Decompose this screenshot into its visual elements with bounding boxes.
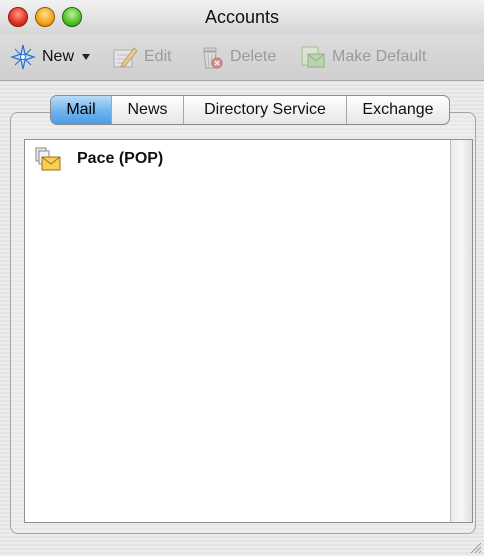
title-bar[interactable]: Accounts [0, 0, 484, 34]
new-sparkle-icon [10, 44, 36, 70]
list-scrollbar[interactable] [450, 140, 472, 522]
tab-news[interactable]: News [111, 96, 183, 124]
accounts-list[interactable]: Pace (POP) [24, 139, 473, 523]
edit-button-label: Edit [144, 48, 172, 65]
new-button[interactable]: New [10, 42, 91, 72]
tab-directory-service[interactable]: Directory Service [183, 96, 346, 124]
make-default-button-label: Make Default [332, 48, 427, 65]
new-dropdown-arrow-icon[interactable] [82, 54, 91, 60]
account-type-tabs: Mail News Directory Service Exchange [50, 95, 450, 125]
make-default-icon [300, 44, 326, 70]
delete-button-label: Delete [230, 48, 277, 65]
new-button-label: New [42, 48, 75, 65]
resize-grip-icon[interactable] [468, 540, 482, 554]
tab-exchange[interactable]: Exchange [346, 96, 449, 124]
edit-pencil-icon [112, 44, 138, 70]
delete-button[interactable]: Delete [198, 42, 276, 72]
account-name: Pace (POP) [77, 150, 164, 167]
tab-mail[interactable]: Mail [51, 96, 111, 124]
window-title: Accounts [204, 7, 280, 27]
make-default-button[interactable]: Make Default [300, 42, 426, 72]
trash-can-icon [198, 44, 224, 70]
list-item[interactable]: Pace (POP) [35, 146, 163, 172]
mail-account-icon [35, 146, 61, 172]
accounts-window: Accounts New Edit Delete Make Default Ma… [0, 0, 484, 556]
toolbar: New Edit Delete Make Default [0, 34, 484, 81]
edit-button[interactable]: Edit [112, 42, 172, 72]
